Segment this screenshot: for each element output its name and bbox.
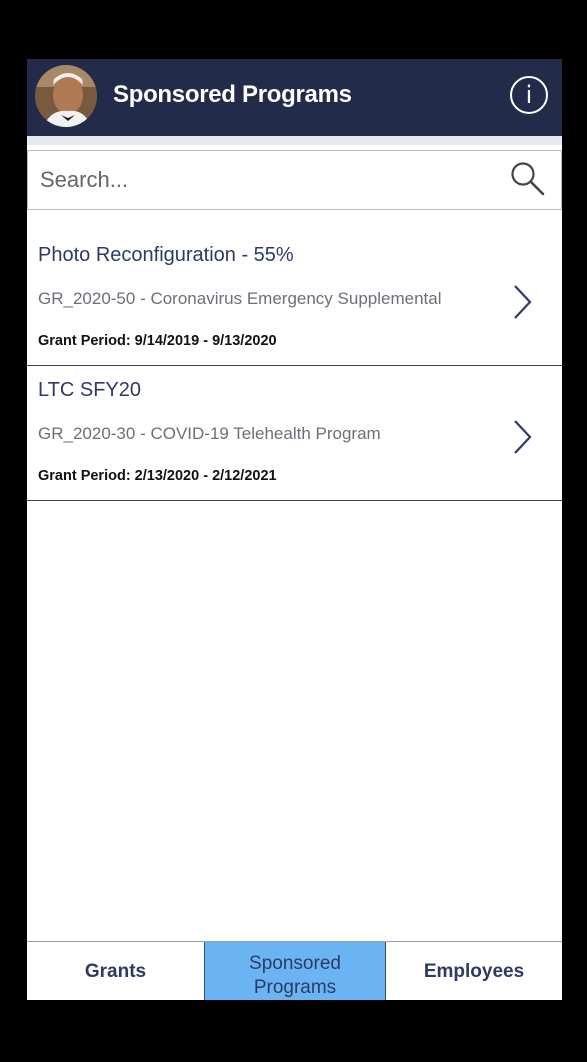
program-title: Photo Reconfiguration - 55% [38, 244, 294, 266]
chevron-right-icon[interactable] [512, 283, 534, 321]
nav-employees-button[interactable]: Employees [386, 942, 562, 1000]
list-item[interactable]: LTC SFY20 GR_2020-30 - COVID-19 Teleheal… [27, 366, 562, 501]
program-title: LTC SFY20 [38, 379, 141, 401]
nav-label: Grants [84, 960, 147, 982]
program-subtitle: GR_2020-50 - Coronavirus Emergency Suppl… [38, 289, 442, 308]
info-icon: i [525, 81, 533, 109]
grant-period: Grant Period: 9/14/2019 - 9/13/2020 [38, 333, 277, 349]
avatar[interactable] [35, 65, 97, 127]
grant-period: Grant Period: 2/13/2020 - 2/12/2021 [38, 468, 277, 484]
bottom-nav: Grants Sponsored Programs Employees [27, 941, 562, 1000]
user-photo-icon [35, 65, 97, 127]
program-list: Photo Reconfiguration - 55% GR_2020-50 -… [27, 231, 562, 501]
search-bar [27, 150, 562, 210]
program-subtitle: GR_2020-30 - COVID-19 Telehealth Program [38, 424, 381, 443]
header-divider [27, 136, 562, 145]
nav-grants-button[interactable]: Grants [27, 942, 204, 1000]
search-input[interactable] [38, 159, 482, 201]
info-button[interactable]: i [510, 76, 548, 114]
nav-label: Sponsored Programs [249, 952, 341, 998]
chevron-right-icon[interactable] [512, 418, 534, 456]
page-title: Sponsored Programs [113, 81, 352, 108]
app-screen: Sponsored Programs i Photo Reconfigurati… [27, 59, 562, 1000]
nav-sponsored-programs-button[interactable]: Sponsored Programs [204, 942, 386, 1000]
app-header: Sponsored Programs i [27, 59, 562, 136]
search-icon[interactable] [510, 161, 546, 197]
nav-label: Employees [423, 960, 525, 982]
list-item[interactable]: Photo Reconfiguration - 55% GR_2020-50 -… [27, 231, 562, 366]
